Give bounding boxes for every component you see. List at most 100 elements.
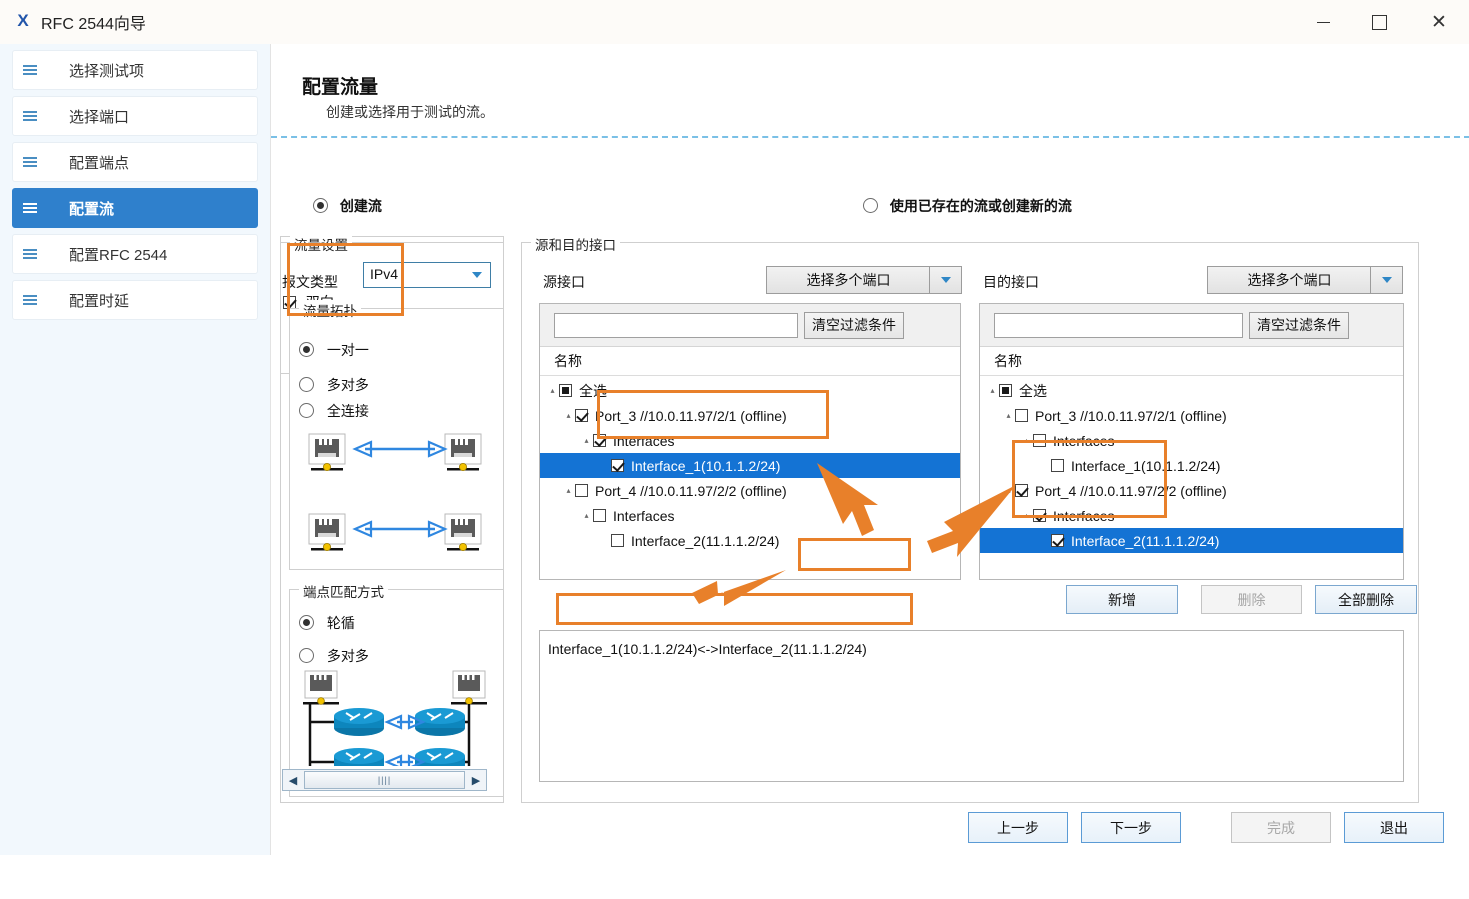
scroll-right-icon[interactable]: ▶ bbox=[466, 774, 486, 787]
checkbox-icon[interactable] bbox=[1051, 459, 1064, 472]
packet-type-select[interactable]: IPv4 bbox=[363, 262, 491, 288]
sidebar-item-config-flow[interactable]: 配置流 bbox=[12, 188, 258, 228]
radio-match-round-robin[interactable]: 轮循 bbox=[299, 613, 355, 633]
tree-row[interactable]: ▴ Interfaces bbox=[540, 503, 960, 528]
minimize-button[interactable] bbox=[1300, 0, 1346, 44]
radio-icon bbox=[863, 198, 878, 213]
checkbox-icon[interactable] bbox=[559, 384, 572, 397]
tree-row[interactable]: ▴ Interfaces bbox=[540, 428, 960, 453]
topology-option-label: 多对多 bbox=[327, 377, 369, 393]
delete-all-flows-button[interactable]: 全部删除 bbox=[1315, 585, 1417, 614]
sidebar: 选择测试项 选择端口 配置端点 配置流 配置RFC 2544 配置时延 bbox=[0, 44, 271, 855]
checkbox-icon[interactable] bbox=[593, 434, 606, 447]
destination-select-multiple-ports-button[interactable]: 选择多个端口 bbox=[1207, 266, 1372, 294]
expander-icon[interactable]: ▴ bbox=[1020, 436, 1033, 445]
sidebar-item-config-endpoint[interactable]: 配置端点 bbox=[12, 142, 258, 182]
tree-row[interactable]: ▴ Port_4 //10.0.11.97/2/2 (offline) bbox=[540, 478, 960, 503]
destination-filter-input[interactable] bbox=[994, 313, 1243, 338]
list-item[interactable]: Interface_1(10.1.1.2/24)<->Interface_2(1… bbox=[548, 641, 867, 657]
expander-icon[interactable]: ▴ bbox=[1002, 411, 1015, 420]
source-multi-port-dropdown-button[interactable] bbox=[929, 266, 962, 294]
menu-icon bbox=[13, 111, 47, 121]
checkbox-icon[interactable] bbox=[1015, 409, 1028, 422]
tree-row-selected[interactable]: Interface_2(11.1.1.2/24) bbox=[980, 528, 1403, 553]
flow-list[interactable]: Interface_1(10.1.1.2/24)<->Interface_2(1… bbox=[539, 630, 1404, 782]
sidebar-item-config-latency[interactable]: 配置时延 bbox=[12, 280, 258, 320]
expander-icon[interactable]: ▴ bbox=[546, 386, 559, 395]
tree-row[interactable]: ▴ Interfaces bbox=[980, 428, 1403, 453]
destination-tree-body: ▴ 全选 ▴ Port_3 //10.0.11.97/2/1 (offline)… bbox=[980, 376, 1403, 553]
tree-row-label: 全选 bbox=[579, 381, 607, 401]
radio-topology-full-mesh[interactable]: 全连接 bbox=[299, 401, 369, 421]
radio-icon bbox=[299, 377, 314, 392]
radio-create-flow-label: 创建流 bbox=[340, 198, 382, 214]
tree-row-label: Interface_2(11.1.1.2/24) bbox=[631, 533, 779, 549]
expander-icon[interactable]: ▴ bbox=[580, 436, 593, 445]
sidebar-item-config-rfc2544[interactable]: 配置RFC 2544 bbox=[12, 234, 258, 274]
match-option-label: 轮循 bbox=[327, 615, 355, 631]
expander-icon[interactable]: ▴ bbox=[562, 411, 575, 420]
previous-step-button[interactable]: 上一步 bbox=[968, 812, 1068, 843]
title-bar: X RFC 2544向导 ✕ bbox=[0, 0, 1469, 45]
finish-button: 完成 bbox=[1231, 812, 1331, 843]
expander-icon[interactable]: ▴ bbox=[1002, 486, 1015, 495]
tree-row[interactable]: ▴ Port_3 //10.0.11.97/2/1 (offline) bbox=[980, 403, 1403, 428]
exit-button[interactable]: 退出 bbox=[1344, 812, 1444, 843]
maximize-icon bbox=[1372, 15, 1387, 30]
sidebar-item-select-test[interactable]: 选择测试项 bbox=[12, 50, 258, 90]
source-select-multiple-ports-button[interactable]: 选择多个端口 bbox=[766, 266, 931, 294]
checkbox-icon[interactable] bbox=[1015, 484, 1028, 497]
topology-horizontal-scrollbar[interactable]: ◀ |||| ▶ bbox=[282, 769, 487, 791]
radio-topology-many-to-many[interactable]: 多对多 bbox=[299, 375, 369, 395]
checkbox-icon[interactable] bbox=[575, 409, 588, 422]
destination-column-header-name: 名称 bbox=[980, 347, 1403, 376]
checkbox-icon[interactable] bbox=[1033, 509, 1046, 522]
minimize-icon bbox=[1317, 22, 1330, 23]
topology-preview-image bbox=[293, 422, 498, 564]
source-clear-filter-button[interactable]: 清空过滤条件 bbox=[804, 312, 904, 339]
sidebar-item-label: 配置流 bbox=[69, 198, 114, 219]
checkbox-icon[interactable] bbox=[1033, 434, 1046, 447]
chevron-down-icon bbox=[941, 277, 951, 283]
destination-multi-port-dropdown-button[interactable] bbox=[1370, 266, 1403, 294]
sidebar-item-label: 配置RFC 2544 bbox=[69, 244, 167, 265]
sidebar-item-select-port[interactable]: 选择端口 bbox=[12, 96, 258, 136]
tree-row[interactable]: ▴ Interfaces bbox=[980, 503, 1403, 528]
checkbox-icon[interactable] bbox=[999, 384, 1012, 397]
window-title: RFC 2544向导 bbox=[41, 10, 146, 34]
tree-row-label: Interface_2(11.1.1.2/24) bbox=[1071, 533, 1219, 549]
tree-row-selected[interactable]: Interface_1(10.1.1.2/24) bbox=[540, 453, 960, 478]
radio-create-flow[interactable]: 创建流 bbox=[313, 196, 382, 216]
checkbox-icon[interactable] bbox=[593, 509, 606, 522]
checkbox-icon[interactable] bbox=[1051, 534, 1064, 547]
scrollbar-thumb[interactable]: |||| bbox=[304, 771, 465, 789]
flow-topology-legend: 流量拓扑 bbox=[299, 300, 361, 320]
tree-row[interactable]: ▴ 全选 bbox=[980, 378, 1403, 403]
close-button[interactable]: ✕ bbox=[1416, 0, 1462, 44]
source-filter-input[interactable] bbox=[554, 313, 798, 338]
endpoint-match-legend: 端点匹配方式 bbox=[299, 581, 388, 601]
checkbox-icon[interactable] bbox=[611, 534, 624, 547]
expander-icon[interactable]: ▴ bbox=[580, 511, 593, 520]
scroll-left-icon[interactable]: ◀ bbox=[283, 774, 303, 787]
destination-clear-filter-button[interactable]: 清空过滤条件 bbox=[1249, 312, 1349, 339]
menu-icon bbox=[13, 203, 47, 213]
menu-icon bbox=[13, 295, 47, 305]
radio-existing-flow[interactable]: 使用已存在的流或创建新的流 bbox=[863, 196, 1072, 216]
next-step-button[interactable]: 下一步 bbox=[1081, 812, 1181, 843]
checkbox-icon[interactable] bbox=[611, 459, 624, 472]
tree-row[interactable]: Interface_2(11.1.1.2/24) bbox=[540, 528, 960, 553]
expander-icon[interactable]: ▴ bbox=[562, 486, 575, 495]
checkbox-icon[interactable] bbox=[575, 484, 588, 497]
tree-row[interactable]: ▴ 全选 bbox=[540, 378, 960, 403]
section-divider bbox=[271, 136, 1469, 138]
add-flow-button[interactable]: 新增 bbox=[1066, 585, 1178, 614]
tree-row[interactable]: Interface_1(10.1.1.2/24) bbox=[980, 453, 1403, 478]
maximize-button[interactable] bbox=[1356, 0, 1402, 44]
radio-topology-one-to-one[interactable]: 一对一 bbox=[299, 340, 369, 360]
expander-icon[interactable]: ▴ bbox=[986, 386, 999, 395]
radio-match-many-to-many[interactable]: 多对多 bbox=[299, 646, 369, 666]
tree-row[interactable]: ▴ Port_4 //10.0.11.97/2/2 (offline) bbox=[980, 478, 1403, 503]
expander-icon[interactable]: ▴ bbox=[1020, 511, 1033, 520]
tree-row[interactable]: ▴ Port_3 //10.0.11.97/2/1 (offline) bbox=[540, 403, 960, 428]
